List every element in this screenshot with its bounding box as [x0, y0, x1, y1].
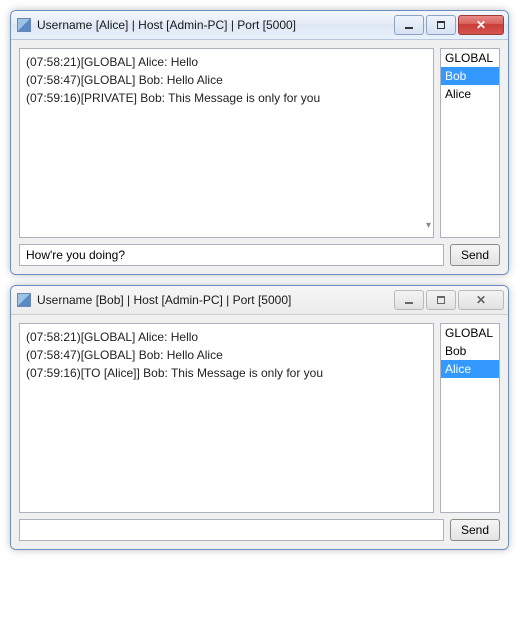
send-button[interactable]: Send [450, 519, 500, 541]
user-list-item-alice[interactable]: Alice [441, 85, 499, 103]
message-log[interactable]: (07:58:21)[GLOBAL] Alice: Hello (07:58:4… [19, 323, 434, 513]
maximize-icon [437, 296, 445, 304]
minimize-button[interactable] [394, 290, 424, 310]
user-list-item-bob[interactable]: Bob [441, 67, 499, 85]
log-line: (07:58:21)[GLOBAL] Alice: Hello [26, 328, 427, 346]
scroll-indicator-icon: ▾ [426, 217, 431, 235]
close-button[interactable]: ✕ [458, 15, 504, 35]
user-list-item-global[interactable]: GLOBAL [441, 49, 499, 67]
app-icon [17, 293, 31, 307]
client-area: (07:58:21)[GLOBAL] Alice: Hello (07:58:4… [11, 40, 508, 274]
client-area: (07:58:21)[GLOBAL] Alice: Hello (07:58:4… [11, 315, 508, 549]
window-controls: ✕ [394, 15, 504, 35]
app-icon [17, 18, 31, 32]
user-list-item-global[interactable]: GLOBAL [441, 324, 499, 342]
chat-window-alice: Username [Alice] | Host [Admin-PC] | Por… [10, 10, 509, 275]
chat-window-bob: Username [Bob] | Host [Admin-PC] | Port … [10, 285, 509, 550]
send-button[interactable]: Send [450, 244, 500, 266]
log-line: (07:59:16)[TO [Alice]] Bob: This Message… [26, 364, 427, 382]
window-title: Username [Bob] | Host [Admin-PC] | Port … [37, 293, 388, 307]
message-log[interactable]: (07:58:21)[GLOBAL] Alice: Hello (07:58:4… [19, 48, 434, 238]
minimize-icon [405, 297, 413, 304]
minimize-button[interactable] [394, 15, 424, 35]
log-line: (07:58:47)[GLOBAL] Bob: Hello Alice [26, 71, 427, 89]
window-controls: ✕ [394, 290, 504, 310]
log-line: (07:58:21)[GLOBAL] Alice: Hello [26, 53, 427, 71]
close-icon: ✕ [476, 19, 486, 31]
minimize-icon [405, 22, 413, 29]
log-line: (07:59:16)[PRIVATE] Bob: This Message is… [26, 89, 427, 107]
message-input[interactable] [19, 519, 444, 541]
user-list-item-alice[interactable]: Alice [441, 360, 499, 378]
message-input[interactable] [19, 244, 444, 266]
close-icon: ✕ [476, 294, 486, 306]
maximize-icon [437, 21, 445, 29]
window-title: Username [Alice] | Host [Admin-PC] | Por… [37, 18, 388, 32]
user-list[interactable]: GLOBAL Bob Alice [440, 48, 500, 238]
close-button[interactable]: ✕ [458, 290, 504, 310]
user-list-item-bob[interactable]: Bob [441, 342, 499, 360]
title-bar[interactable]: Username [Alice] | Host [Admin-PC] | Por… [11, 11, 508, 40]
maximize-button[interactable] [426, 15, 456, 35]
maximize-button[interactable] [426, 290, 456, 310]
user-list[interactable]: GLOBAL Bob Alice [440, 323, 500, 513]
log-line: (07:58:47)[GLOBAL] Bob: Hello Alice [26, 346, 427, 364]
title-bar[interactable]: Username [Bob] | Host [Admin-PC] | Port … [11, 286, 508, 315]
